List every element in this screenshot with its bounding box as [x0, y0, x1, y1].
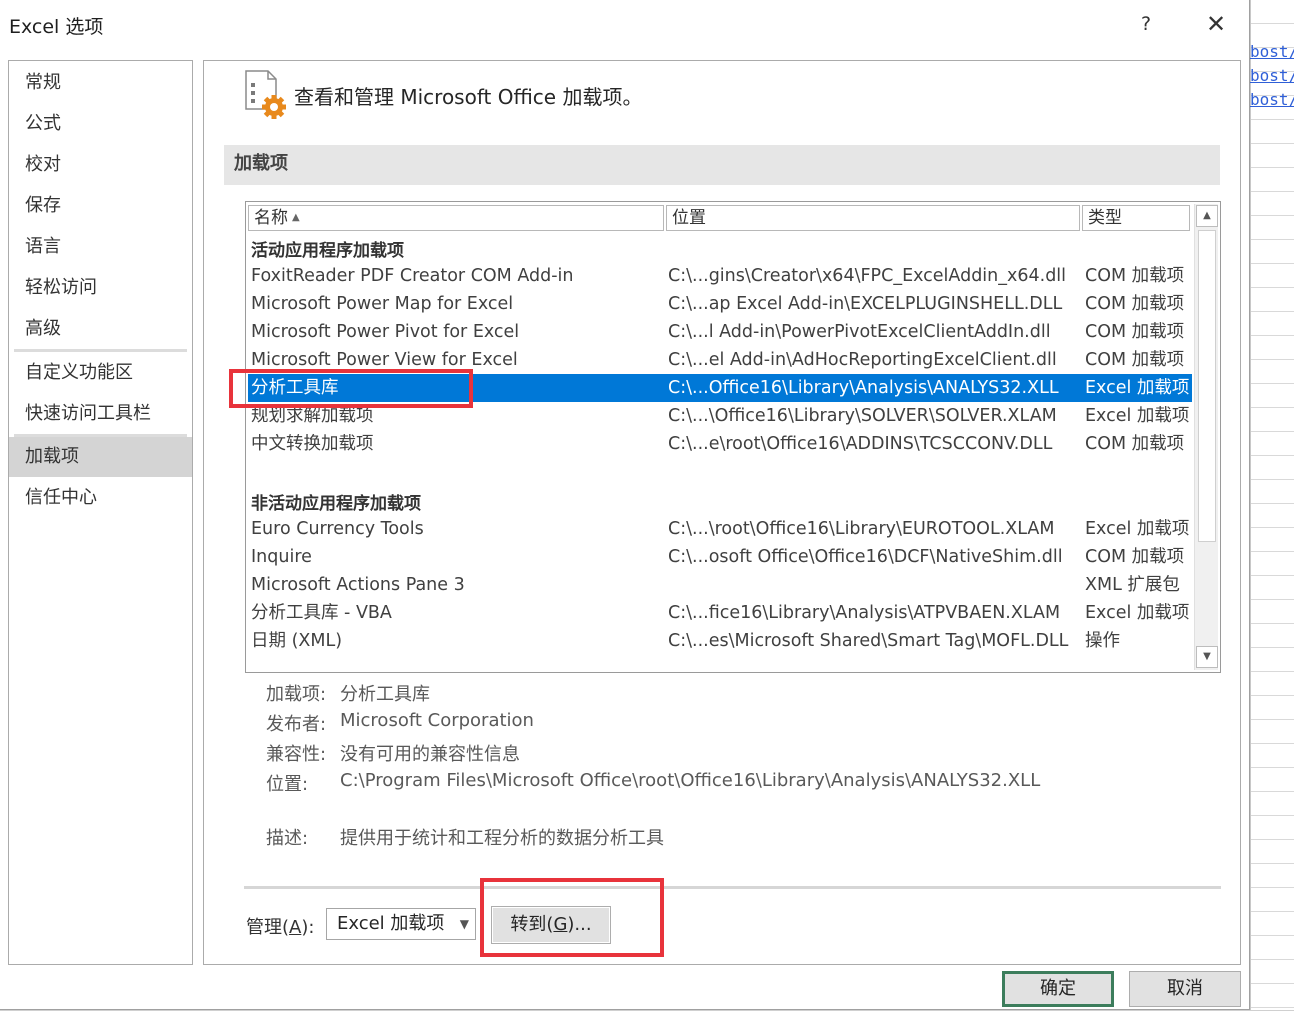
scroll-up-arrow-icon[interactable]: ▲	[1196, 205, 1218, 227]
addin-type: COM 加载项	[1085, 350, 1185, 370]
divider	[244, 886, 1221, 889]
manage-label: 管理(A):	[246, 917, 315, 938]
nav-item-addins[interactable]: 加载项	[9, 437, 192, 477]
addin-name: Inquire	[251, 547, 312, 567]
detail-location-value: C:\Program Files\Microsoft Office\root\O…	[340, 770, 1041, 791]
dialog-title: Excel 选项	[9, 16, 104, 38]
scroll-down-arrow-icon[interactable]: ▼	[1196, 646, 1218, 668]
addin-type: Excel 加载项	[1085, 519, 1190, 539]
nav-item-language[interactable]: 语言	[9, 227, 192, 267]
addin-location: C:\...l Add-in\PowerPivotExcelClientAddI…	[668, 322, 1051, 342]
nav-item-advanced[interactable]: 高级	[9, 309, 192, 349]
addin-name: 日期 (XML)	[251, 631, 343, 651]
addin-row[interactable]: Euro Currency Tools C:\...\root\Office16…	[248, 515, 1192, 543]
addin-location: C:\...e\root\Office16\ADDINS\TCSCCONV.DL…	[668, 434, 1053, 454]
addin-type: Excel 加载项	[1085, 378, 1190, 398]
column-header-type[interactable]: 类型	[1082, 205, 1190, 231]
column-header-label: 名称	[254, 208, 288, 228]
addin-location: C:\...el Add-in\AdHocReportingExcelClien…	[668, 350, 1057, 370]
background-spreadsheet-bottom	[0, 1010, 1294, 1022]
addin-type: 操作	[1085, 631, 1120, 651]
addin-row[interactable]: Microsoft Power Map for Excel C:\...ap E…	[248, 290, 1192, 318]
addin-type: COM 加载项	[1085, 322, 1185, 342]
column-header-name[interactable]: 名称 ▲	[248, 205, 664, 231]
section-title: 加载项	[224, 145, 1220, 185]
ok-button[interactable]: 确定	[1002, 971, 1114, 1007]
panel-heading: 查看和管理 Microsoft Office 加载项。	[294, 85, 643, 109]
addin-type: COM 加载项	[1085, 294, 1185, 314]
addins-panel: 查看和管理 Microsoft Office 加载项。 加载项 名称 ▲ 位置 类…	[203, 60, 1241, 965]
nav-item-general[interactable]: 常规	[9, 63, 192, 103]
list-scrollbar[interactable]: ▲ ▼	[1194, 204, 1218, 670]
nav-item-save[interactable]: 保存	[9, 186, 192, 226]
detail-location-label: 位置:	[266, 774, 309, 795]
addin-row[interactable]: FoxitReader PDF Creator COM Add-in C:\..…	[248, 262, 1192, 290]
background-link: bost/	[1250, 90, 1294, 109]
addin-type: COM 加载项	[1085, 547, 1185, 567]
addin-row[interactable]: 日期 (XML) C:\...es\Microsoft Shared\Smart…	[248, 627, 1192, 655]
addin-name: 分析工具库 - VBA	[251, 603, 392, 623]
highlight-box-go-button	[480, 878, 664, 957]
background-link: bost/	[1250, 42, 1294, 61]
manage-dropdown-value: Excel 加载项	[337, 913, 445, 934]
inactive-addins-group-header: 非活动应用程序加载项	[251, 494, 421, 514]
addin-location: C:\...\root\Office16\Library\EUROTOOL.XL…	[668, 519, 1055, 539]
addin-row[interactable]: 分析工具库 - VBA C:\...fice16\Library\Analysi…	[248, 599, 1192, 627]
background-spreadsheet	[1250, 0, 1294, 1022]
chevron-down-icon: ▼	[459, 917, 469, 931]
addin-location: C:\...ap Excel Add-in\EXCELPLUGINSHELL.D…	[668, 294, 1063, 314]
detail-addin-value: 分析工具库	[340, 684, 430, 705]
detail-desc-value: 提供用于统计和工程分析的数据分析工具	[340, 828, 664, 849]
nav-item-accessibility[interactable]: 轻松访问	[9, 268, 192, 308]
addin-type: Excel 加载项	[1085, 406, 1190, 426]
addin-type: XML 扩展包	[1085, 575, 1180, 595]
addin-row[interactable]: Microsoft Actions Pane 3 XML 扩展包	[248, 571, 1192, 599]
addin-name: FoxitReader PDF Creator COM Add-in	[251, 266, 574, 286]
detail-addin-label: 加载项:	[266, 684, 327, 705]
background-link: bost/	[1250, 66, 1294, 85]
detail-compat-label: 兼容性:	[266, 744, 327, 765]
addin-row[interactable]: Microsoft Power Pivot for Excel C:\...l …	[248, 318, 1192, 346]
sort-ascending-icon: ▲	[292, 212, 300, 223]
nav-item-proofing[interactable]: 校对	[9, 145, 192, 185]
excel-options-dialog: Excel 选项 ? ✕ 常规 公式 校对 保存 语言 轻松访问 高级 自定义功…	[0, 0, 1250, 1010]
addin-location: C:\...Office16\Library\Analysis\ANALYS32…	[668, 378, 1059, 398]
manage-dropdown[interactable]: Excel 加载项 ▼	[326, 908, 476, 940]
cancel-button[interactable]: 取消	[1129, 971, 1241, 1007]
column-header-location[interactable]: 位置	[666, 205, 1080, 231]
addin-location: C:\...fice16\Library\Analysis\ATPVBAEN.X…	[668, 603, 1061, 623]
help-button[interactable]: ?	[1132, 8, 1160, 40]
nav-item-customize-ribbon[interactable]: 自定义功能区	[9, 353, 192, 393]
addin-name: Microsoft Power Map for Excel	[251, 294, 514, 314]
scrollbar-thumb[interactable]	[1198, 230, 1216, 542]
active-addins-group-header: 活动应用程序加载项	[251, 241, 404, 261]
addins-list[interactable]: 名称 ▲ 位置 类型 活动应用程序加载项 FoxitReader PDF Crea…	[245, 201, 1221, 673]
addin-location: C:\...\Office16\Library\SOLVER\SOLVER.XL…	[668, 406, 1057, 426]
addin-type: COM 加载项	[1085, 266, 1185, 286]
addin-row[interactable]: 中文转换加载项 C:\...e\root\Office16\ADDINS\TCS…	[248, 430, 1192, 458]
detail-compat-value: 没有可用的兼容性信息	[340, 744, 520, 765]
detail-publisher-label: 发布者:	[266, 714, 327, 735]
addin-type: COM 加载项	[1085, 434, 1185, 454]
nav-item-trust-center[interactable]: 信任中心	[9, 478, 192, 518]
addin-location: C:\...gins\Creator\x64\FPC_ExcelAddin_x6…	[668, 266, 1067, 286]
addin-location: C:\...es\Microsoft Shared\Smart Tag\MOFL…	[668, 631, 1069, 651]
options-nav: 常规 公式 校对 保存 语言 轻松访问 高级 自定义功能区 快速访问工具栏 加载…	[8, 60, 193, 965]
detail-desc-label: 描述:	[266, 828, 309, 849]
addin-row[interactable]: Inquire C:\...osoft Office\Office16\DCF\…	[248, 543, 1192, 571]
addin-name: Microsoft Actions Pane 3	[251, 575, 465, 595]
addin-name: 中文转换加载项	[251, 434, 374, 454]
addin-location: C:\...osoft Office\Office16\DCF\NativeSh…	[668, 547, 1063, 567]
nav-item-formulas[interactable]: 公式	[9, 104, 192, 144]
highlight-box-selected-addin	[229, 369, 473, 408]
addin-name: Microsoft Power Pivot for Excel	[251, 322, 520, 342]
close-button[interactable]: ✕	[1200, 8, 1232, 40]
addin-name: Euro Currency Tools	[251, 519, 424, 539]
nav-divider	[14, 349, 187, 352]
nav-item-quick-access-toolbar[interactable]: 快速访问工具栏	[9, 394, 192, 434]
addin-type: Excel 加载项	[1085, 603, 1190, 623]
detail-publisher-value: Microsoft Corporation	[340, 710, 534, 731]
addin-gear-icon	[245, 70, 286, 119]
